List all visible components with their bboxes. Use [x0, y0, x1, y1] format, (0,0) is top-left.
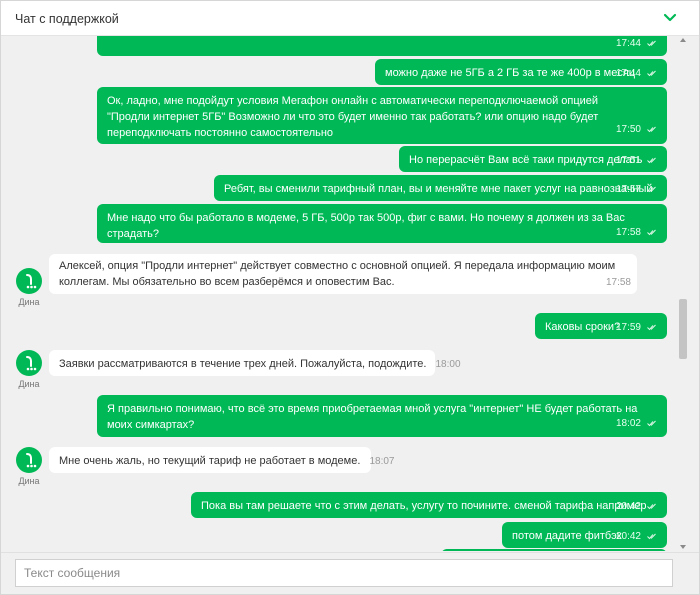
message-time: 17:44	[615, 38, 641, 49]
message-incoming: Мне очень жаль, но текущий тариф не рабо…	[49, 447, 395, 473]
message-outgoing: Мне надо что бы работало в модеме, 5 ГБ,…	[97, 204, 667, 243]
megafon-logo-icon	[26, 356, 37, 371]
chevron-down-icon[interactable]	[663, 11, 677, 25]
message-outgoing: Но перерасчёт Вам всё таки придутся дела…	[399, 146, 667, 172]
message-text: Но перерасчёт Вам всё таки придутся дела…	[409, 154, 643, 166]
message-outgoing	[441, 549, 667, 551]
chat-header[interactable]: Чат с поддержкой	[1, 1, 699, 36]
message-incoming: Алексей, опция "Продли интернет" действу…	[49, 254, 637, 294]
agent-avatar	[16, 350, 42, 376]
double-check-icon	[647, 126, 656, 132]
message-outgoing: Ребят, вы сменили тарифный план, вы и ме…	[214, 175, 667, 201]
double-check-icon	[647, 40, 656, 46]
chat-scrollbar[interactable]	[678, 36, 688, 551]
message-outgoing: можно даже не 5ГБ а 2 ГБ за те же 400р в…	[375, 59, 667, 85]
message-outgoing: Каковы сроки? 17:59	[535, 313, 667, 339]
agent-avatar	[16, 447, 42, 473]
message-text: можно даже не 5ГБ а 2 ГБ за те же 400р в…	[385, 67, 636, 79]
message-time: 20:42	[615, 501, 641, 512]
double-check-icon	[647, 503, 656, 509]
support-chat-window: Чат с поддержкой 17:44 можно даже не 5ГБ…	[0, 0, 700, 595]
message-input[interactable]	[15, 559, 673, 587]
message-text: потом дадите фитбэк	[512, 530, 622, 542]
message-text: Алексей, опция "Продли интернет" действу…	[59, 260, 616, 288]
message-text: Я правильно понимаю, что всё это время п…	[107, 403, 638, 431]
message-outgoing: 17:44	[97, 36, 667, 56]
message-time: 18:00	[435, 359, 461, 370]
agent-name: Дина	[18, 379, 40, 389]
message-time: 17:51	[615, 155, 641, 166]
scroll-up-arrow-icon[interactable]	[680, 38, 686, 42]
double-check-icon	[647, 420, 656, 426]
message-text: Заявки рассматриваются в течение трех дн…	[59, 358, 427, 370]
double-check-icon	[647, 70, 656, 76]
message-time: 18:07	[369, 456, 395, 467]
megafon-logo-icon	[26, 453, 37, 468]
composer-bar	[1, 552, 699, 594]
message-incoming: Заявки рассматриваются в течение трех дн…	[49, 350, 461, 376]
chat-title: Чат с поддержкой	[15, 12, 119, 26]
message-text: Ребят, вы сменили тарифный план, вы и ме…	[224, 183, 653, 195]
message-text: Пока вы там решаете что с этим делать, у…	[201, 500, 647, 512]
message-time: 17:44	[615, 68, 641, 79]
message-time: 17:50	[615, 124, 641, 135]
double-check-icon	[647, 186, 656, 192]
message-outgoing: потом дадите фитбэк 20:42	[502, 522, 667, 548]
message-time: 17:58	[605, 277, 631, 288]
message-outgoing: Ок, ладно, мне подойдут условия Мегафон …	[97, 87, 667, 144]
scrollbar-thumb[interactable]	[679, 299, 687, 359]
double-check-icon	[647, 229, 656, 235]
agent-name: Дина	[18, 476, 40, 486]
agent-name: Дина	[18, 297, 40, 307]
message-text: Мне очень жаль, но текущий тариф не рабо…	[59, 455, 361, 467]
message-text: Ок, ладно, мне подойдут условия Мегафон …	[107, 95, 599, 139]
message-outgoing: Пока вы там решаете что с этим делать, у…	[191, 492, 667, 518]
double-check-icon	[647, 157, 656, 163]
double-check-icon	[647, 533, 656, 539]
message-list[interactable]: 17:44 можно даже не 5ГБ а 2 ГБ за те же …	[1, 36, 677, 551]
message-time: 18:02	[615, 418, 641, 429]
message-time: 17:57	[615, 184, 641, 195]
agent-avatar	[16, 268, 42, 294]
megafon-logo-icon	[26, 274, 37, 289]
message-time: 17:59	[615, 322, 641, 333]
message-time: 20:42	[615, 531, 641, 542]
message-text: Мне надо что бы работало в модеме, 5 ГБ,…	[107, 212, 625, 240]
message-outgoing: Я правильно понимаю, что всё это время п…	[97, 395, 667, 437]
message-text: Каковы сроки?	[545, 321, 621, 333]
scroll-down-arrow-icon[interactable]	[680, 545, 686, 549]
message-time: 17:58	[615, 227, 641, 238]
double-check-icon	[647, 324, 656, 330]
